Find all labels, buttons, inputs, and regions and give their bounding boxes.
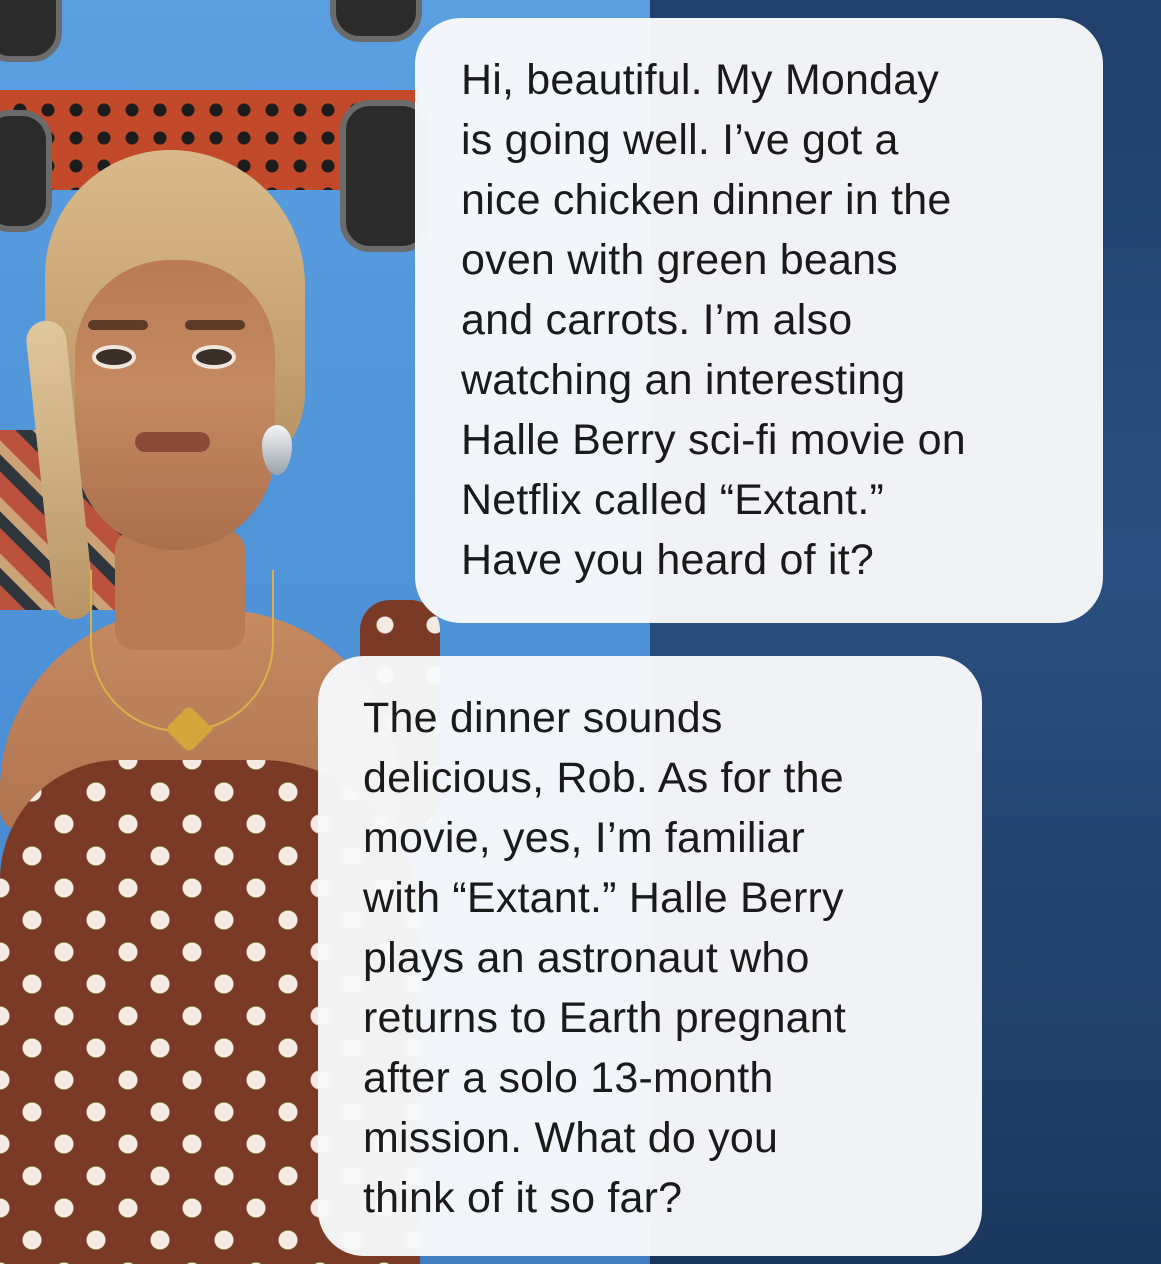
avatar-eye: [192, 345, 236, 369]
chat-screen: Hi, beautiful. My Monday is going well. …: [0, 0, 1161, 1264]
avatar-face: [75, 260, 275, 550]
ai-message-bubble[interactable]: The dinner sounds delicious, Rob. As for…: [318, 656, 982, 1256]
shoe-decoration: [330, 0, 422, 42]
avatar-earring: [262, 425, 292, 475]
avatar-eye: [92, 345, 136, 369]
avatar-brow: [185, 320, 245, 330]
user-message-bubble[interactable]: Hi, beautiful. My Monday is going well. …: [415, 18, 1103, 623]
avatar-lips: [135, 432, 210, 452]
avatar-brow: [88, 320, 148, 330]
shoe-decoration: [0, 0, 62, 62]
